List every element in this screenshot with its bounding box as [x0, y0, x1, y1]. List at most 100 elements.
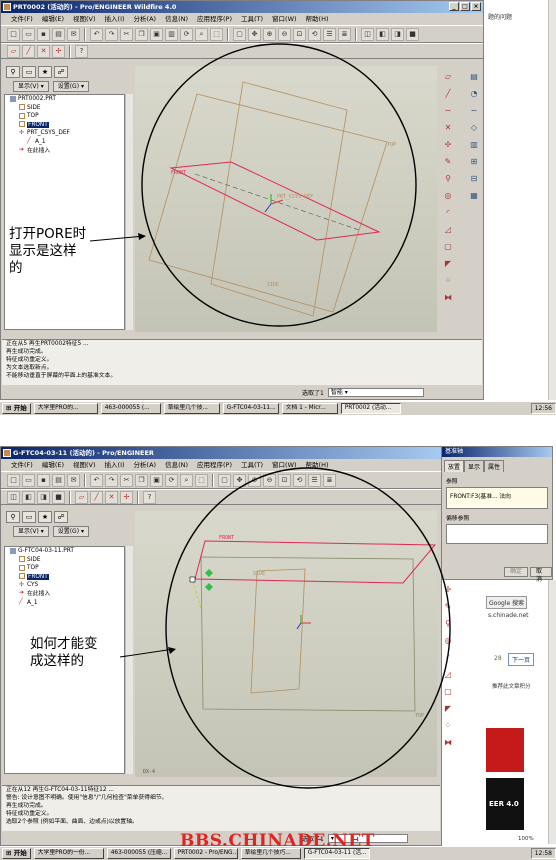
saved-views-icon[interactable]: ☰: [323, 27, 336, 41]
print-icon[interactable]: ▤: [52, 473, 65, 487]
cut-icon[interactable]: ✂: [120, 27, 133, 41]
settings-menu-button[interactable]: 设置(G) ▾: [52, 81, 89, 92]
sketch-tool-icon[interactable]: ✎: [442, 156, 454, 168]
menu-applications[interactable]: 应用程序(P): [197, 13, 232, 25]
browser-zoom-level[interactable]: 100%: [518, 836, 534, 842]
taskbar-item[interactable]: 大学里PRO的...: [33, 403, 98, 414]
copy-icon[interactable]: ❐: [135, 27, 148, 41]
menu-help[interactable]: 帮助(H): [306, 13, 329, 25]
sweep-tool-icon[interactable]: ∽: [468, 105, 480, 117]
taskbar-item[interactable]: 文档 1 - Micr...: [281, 403, 338, 414]
wireframe-icon[interactable]: ◫: [361, 27, 374, 41]
show-menu-button[interactable]: 显示(V) ▾: [13, 81, 49, 92]
start-button[interactable]: ⊞ 开始: [2, 403, 31, 414]
shading-icon[interactable]: ■: [406, 27, 419, 41]
analysis-tool-icon[interactable]: ⚲: [442, 173, 454, 185]
email-icon[interactable]: ✉: [67, 27, 80, 41]
menu-tools[interactable]: 工具(T): [241, 13, 263, 25]
merge-tool-icon[interactable]: ⊞: [468, 156, 480, 168]
menu-analysis[interactable]: 分析(A): [134, 13, 157, 25]
blend-tool-icon[interactable]: ◇: [468, 122, 480, 134]
undo-icon[interactable]: ↶: [90, 473, 103, 487]
zoom-out-icon[interactable]: ⊖: [278, 27, 291, 41]
datum-curve-tool-icon[interactable]: ∼: [442, 105, 454, 117]
references-list[interactable]: FRONT:F3(基准... 法向: [446, 487, 548, 509]
csys-display-icon[interactable]: ✢: [52, 44, 65, 58]
minimize-icon[interactable]: _: [449, 2, 459, 11]
menu-window[interactable]: 窗口(W): [272, 13, 297, 25]
tree-item-side[interactable]: SIDE: [5, 556, 124, 565]
menu-info[interactable]: 信息(N): [165, 13, 188, 25]
tree-item-axis[interactable]: ╱ A_1: [5, 599, 124, 608]
csys-display-icon[interactable]: ✢: [120, 490, 133, 504]
cancel-button[interactable]: 取消: [530, 567, 552, 583]
browser-scrollbar-top[interactable]: [548, 0, 556, 400]
connections-tab-icon[interactable]: ☍: [54, 66, 68, 78]
zoom-fit-icon[interactable]: ⊡: [293, 27, 306, 41]
regenerate-icon[interactable]: ⟳: [180, 27, 193, 41]
taskbar-item[interactable]: 463-000055 (...: [100, 403, 161, 414]
taskbar-item[interactable]: 463-000055 (压缩...: [106, 848, 171, 859]
tree-item-top[interactable]: TOP: [5, 564, 124, 573]
google-search-button[interactable]: Google 搜索: [486, 596, 528, 609]
save-icon[interactable]: ▪: [37, 27, 50, 41]
datum-plane-tool-icon[interactable]: ▱: [442, 71, 454, 83]
maximize-icon[interactable]: □: [460, 2, 470, 11]
new-file-icon[interactable]: □: [7, 473, 20, 487]
csys-tool-icon[interactable]: ✢: [442, 139, 454, 151]
menu-view[interactable]: 视图(V): [73, 459, 96, 471]
trim-tool-icon[interactable]: ⊟: [468, 173, 480, 185]
open-file-icon[interactable]: ▭: [22, 473, 35, 487]
datum-axis-tool-icon[interactable]: ╱: [442, 88, 454, 100]
page-number-link[interactable]: 28: [494, 655, 502, 662]
taskbar-item[interactable]: PRT0002 - Pro/ENG...: [173, 848, 238, 859]
folder-browser-tab-icon[interactable]: ▭: [22, 511, 36, 523]
draft-tool-icon[interactable]: ◿: [442, 224, 454, 236]
menu-insert[interactable]: 插入(I): [105, 13, 125, 25]
datum-axis-display-icon[interactable]: ╱: [90, 490, 103, 504]
menu-view[interactable]: 视图(V): [73, 13, 96, 25]
email-icon[interactable]: ✉: [67, 473, 80, 487]
new-file-icon[interactable]: □: [7, 27, 20, 41]
copy-icon[interactable]: ❐: [135, 473, 148, 487]
recommend-link[interactable]: 推荐此文章积分: [492, 682, 531, 690]
refit-icon[interactable]: ▢: [233, 27, 246, 41]
start-button[interactable]: ⊞ 开始: [2, 848, 31, 859]
rib-tool-icon[interactable]: ◤: [442, 258, 454, 270]
shading-icon[interactable]: ■: [52, 490, 65, 504]
paste-special-icon[interactable]: ▥: [165, 27, 178, 41]
folder-browser-tab-icon[interactable]: ▭: [22, 66, 36, 78]
redo-icon[interactable]: ↷: [105, 27, 118, 41]
settings-menu-button[interactable]: 设置(G) ▾: [52, 526, 89, 537]
find-icon[interactable]: ⌕: [195, 27, 208, 41]
tab-display[interactable]: 显示: [464, 460, 485, 472]
taskbar-item-active[interactable]: G-FTC04-03-11 (活...: [303, 848, 370, 859]
tree-item-insert-here[interactable]: ➔ 在此插入: [5, 147, 124, 156]
favorites-tab-icon[interactable]: ★: [38, 511, 52, 523]
show-menu-button[interactable]: 显示(V) ▾: [13, 526, 49, 537]
menu-insert[interactable]: 插入(I): [105, 459, 125, 471]
browser-scrollbar-bottom[interactable]: [548, 580, 556, 844]
wireframe-icon[interactable]: ◫: [7, 490, 20, 504]
model-tree-tab-icon[interactable]: ⚲: [6, 511, 20, 523]
menu-file[interactable]: 文件(F): [11, 459, 33, 471]
tree-vertical-scrollbar[interactable]: [125, 546, 133, 774]
offset-tool-icon[interactable]: ▦: [468, 190, 480, 202]
spin-center-icon[interactable]: ✥: [248, 27, 261, 41]
surface-tool-icon[interactable]: ▥: [468, 139, 480, 151]
tree-vertical-scrollbar[interactable]: [125, 94, 133, 330]
context-help-icon[interactable]: ?: [143, 490, 156, 504]
taskbar-item[interactable]: 草绘里几个技巧...: [240, 848, 301, 859]
offset-references-list[interactable]: [446, 524, 548, 544]
save-icon[interactable]: ▪: [37, 473, 50, 487]
mirror-tool-icon[interactable]: ⧓: [442, 292, 454, 304]
favorites-tab-icon[interactable]: ★: [38, 66, 52, 78]
datum-plane-display-icon[interactable]: ▱: [7, 44, 20, 58]
revolve-tool-icon[interactable]: ◔: [468, 88, 480, 100]
hole-tool-icon[interactable]: ◎: [442, 190, 454, 202]
redo-icon[interactable]: ↷: [105, 473, 118, 487]
print-icon[interactable]: ▤: [52, 27, 65, 41]
taskbar-item[interactable]: 大学里PRO的一份...: [33, 848, 104, 859]
tree-item-csys[interactable]: ✢ PRT_CSYS_DEF: [5, 129, 124, 138]
menu-edit[interactable]: 编辑(E): [42, 13, 64, 25]
